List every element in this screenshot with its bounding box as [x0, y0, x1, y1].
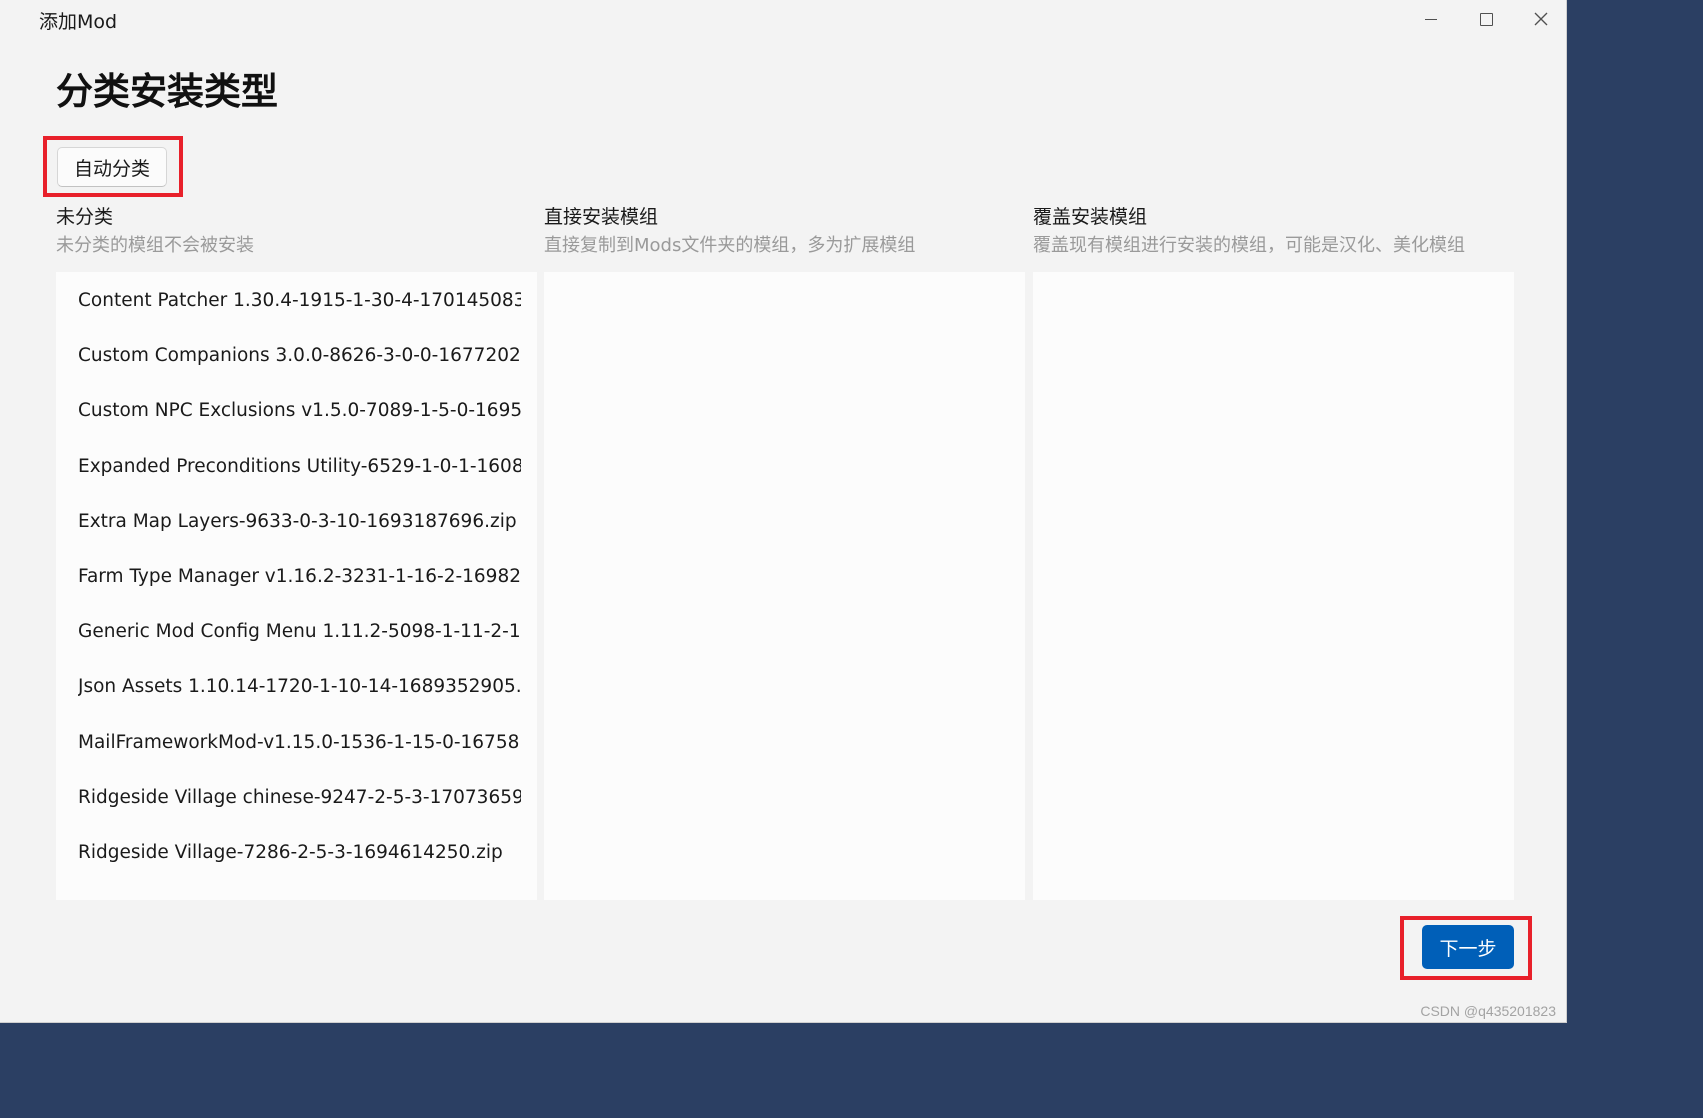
next-button-highlight: [1400, 916, 1532, 980]
list-item[interactable]: Json Assets 1.10.14-1720-1-10-14-1689352…: [56, 659, 537, 714]
minimize-button[interactable]: [1404, 0, 1458, 38]
mod-file-name: Json Assets 1.10.14-1720-1-10-14-1689352…: [78, 676, 521, 698]
list-item[interactable]: MailFrameworkMod-v1.15.0-1536-1-15-0-167…: [56, 715, 537, 770]
auto-classify-highlight: [43, 136, 183, 197]
overwrite-install-title: 覆盖安装模组: [1033, 206, 1148, 228]
close-icon: [1534, 12, 1548, 26]
overwrite-install-list-panel[interactable]: [1033, 272, 1514, 900]
window-title: 添加Mod: [39, 11, 118, 33]
maximize-button[interactable]: [1459, 0, 1513, 38]
direct-install-list-panel[interactable]: [544, 272, 1025, 900]
close-button[interactable]: [1514, 0, 1566, 38]
list-item[interactable]: Ridgeside Village chinese-9247-2-5-3-170…: [56, 770, 537, 825]
add-mod-window: 添加Mod 分类安装类型 自动分类 未分类 未分类的模组不会被安装 Conten…: [0, 0, 1567, 1023]
mod-file-name: Custom NPC Exclusions v1.5.0-7089-1-5-0-…: [78, 400, 521, 422]
page-title: 分类安装类型: [56, 70, 278, 113]
mod-file-name: Custom Companions 3.0.0-8626-3-0-0-16772…: [78, 345, 521, 367]
overwrite-install-description: 覆盖现有模组进行安装的模组，可能是汉化、美化模组: [1033, 235, 1465, 256]
list-item[interactable]: Custom Companions 3.0.0-8626-3-0-0-16772…: [56, 328, 537, 383]
list-item[interactable]: Content Patcher 1.30.4-1915-1-30-4-17014…: [56, 273, 537, 328]
mod-file-name: MailFrameworkMod-v1.15.0-1536-1-15-0-167…: [78, 731, 521, 753]
mod-file-name: Extra Map Layers-9633-0-3-10-1693187696.…: [78, 510, 517, 532]
unclassified-list: Content Patcher 1.30.4-1915-1-30-4-17014…: [56, 273, 537, 880]
list-item[interactable]: Generic Mod Config Menu 1.11.2-5098-1-11…: [56, 604, 537, 659]
minimize-icon: [1425, 18, 1437, 20]
list-item[interactable]: Expanded Preconditions Utility-6529-1-0-…: [56, 439, 537, 494]
unclassified-title: 未分类: [56, 206, 114, 228]
mod-file-name: Ridgeside Village-7286-2-5-3-1694614250.…: [78, 841, 503, 863]
mod-file-name: Content Patcher 1.30.4-1915-1-30-4-17014…: [78, 290, 521, 312]
unclassified-list-panel[interactable]: Content Patcher 1.30.4-1915-1-30-4-17014…: [56, 272, 537, 900]
list-item[interactable]: Custom NPC Exclusions v1.5.0-7089-1-5-0-…: [56, 383, 537, 438]
mod-file-name: Expanded Preconditions Utility-6529-1-0-…: [78, 455, 521, 477]
mod-file-name: Farm Type Manager v1.16.2-3231-1-16-2-16…: [78, 566, 521, 588]
unclassified-description: 未分类的模组不会被安装: [56, 235, 254, 256]
list-item[interactable]: Farm Type Manager v1.16.2-3231-1-16-2-16…: [56, 549, 537, 604]
watermark: CSDN @q435201823: [1420, 1003, 1556, 1019]
mod-file-name: Ridgeside Village chinese-9247-2-5-3-170…: [78, 786, 521, 808]
list-item[interactable]: Ridgeside Village-7286-2-5-3-1694614250.…: [56, 825, 537, 880]
direct-install-description: 直接复制到Mods文件夹的模组，多为扩展模组: [544, 235, 916, 256]
direct-install-title: 直接安装模组: [544, 206, 659, 228]
mod-file-name: Generic Mod Config Menu 1.11.2-5098-1-11…: [78, 621, 521, 643]
maximize-icon: [1479, 12, 1493, 26]
list-item[interactable]: Extra Map Layers-9633-0-3-10-1693187696.…: [56, 494, 537, 549]
